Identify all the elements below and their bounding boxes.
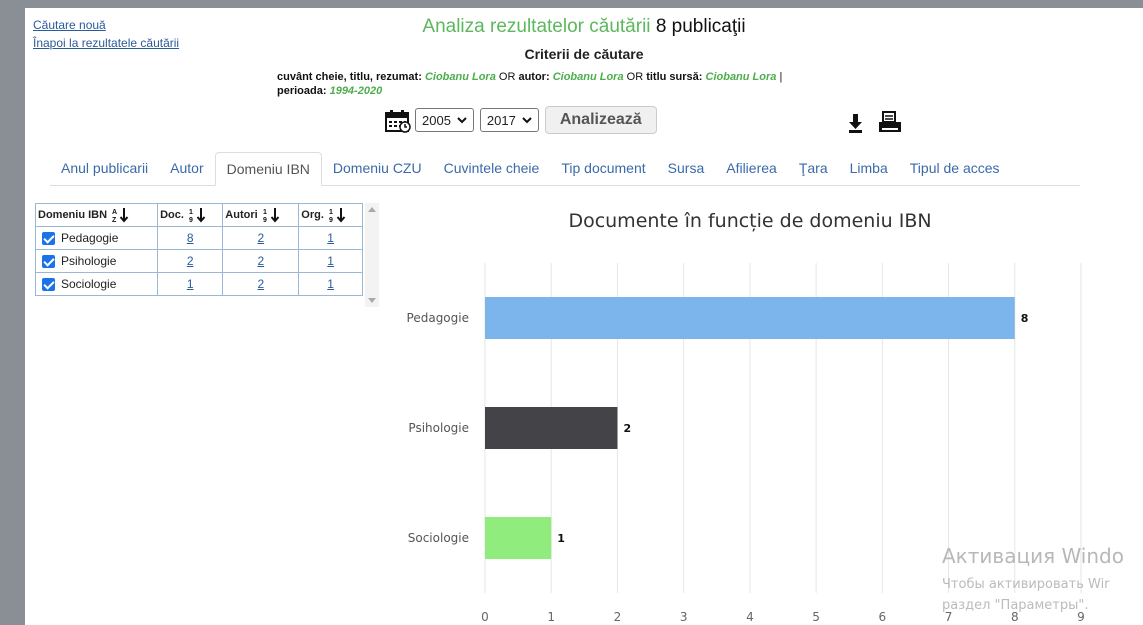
bar-value-label: 1 — [557, 532, 565, 545]
svg-text:Z: Z — [112, 217, 117, 223]
y-category-label: Sociologie — [408, 531, 469, 545]
year-from-select[interactable]: 2005 — [415, 108, 474, 132]
tab-cuvintele-cheie[interactable]: Cuvintele cheie — [433, 152, 551, 185]
x-tick-label: 4 — [746, 610, 754, 624]
bar — [485, 297, 1015, 339]
doc-count-link[interactable]: 2 — [187, 254, 194, 268]
svg-text:1: 1 — [189, 209, 193, 216]
authors-count-link[interactable]: 2 — [257, 231, 264, 245]
calendar-icon[interactable] — [385, 109, 411, 133]
row-checkbox[interactable] — [42, 278, 55, 292]
chart-title: Documente în funcție de domeniu IBN — [568, 210, 932, 232]
table-row: Pedagogie 8 2 1 — [34, 226, 363, 250]
period-controls: 2005 2017 Analizează — [385, 105, 657, 135]
org-count-link[interactable]: 1 — [327, 254, 334, 268]
sort-19-icon[interactable]: 1 9 — [189, 207, 207, 223]
column-header-doc[interactable]: Doc. 1 9 — [157, 203, 224, 227]
svg-text:A: A — [112, 209, 117, 216]
authors-count-link[interactable]: 2 — [257, 254, 264, 268]
main-panel: Căutare nouă Înapoi la rezultatele căută… — [25, 8, 1143, 625]
row-checkbox[interactable] — [42, 255, 55, 269]
x-tick-label: 0 — [481, 610, 489, 624]
x-tick-label: 2 — [614, 610, 622, 624]
svg-text:1: 1 — [329, 209, 333, 216]
page-title: Analiza rezultatelor căutării 8 publicaţ… — [422, 16, 746, 37]
x-tick-label: 5 — [812, 610, 820, 624]
tab-tip-document[interactable]: Tip document — [550, 152, 656, 185]
x-tick-label: 1 — [547, 610, 555, 624]
search-criteria: cuvânt cheie, titlu, rezumat: Ciobanu Lo… — [277, 71, 783, 97]
svg-text:9: 9 — [329, 217, 333, 223]
tab-sursa[interactable]: Sursa — [657, 152, 716, 185]
svg-text:1: 1 — [263, 209, 267, 216]
bar-value-label: 2 — [623, 422, 631, 435]
download-icon[interactable] — [845, 112, 867, 134]
print-icon[interactable] — [877, 110, 903, 136]
bar — [485, 517, 552, 559]
tab-tipul-de-acces[interactable]: Tipul de acces — [899, 152, 1011, 185]
tab-anul-publicarii[interactable]: Anul publicarii — [50, 152, 159, 185]
domain-table-container: Domeniu IBN A Z Doc. 1 9 Autori 1 9 Org.… — [34, 203, 379, 307]
y-category-label: Pedagogie — [407, 311, 469, 325]
column-header-domeniu[interactable]: Domeniu IBN A Z — [34, 203, 159, 227]
analyze-button[interactable]: Analizează — [544, 106, 657, 134]
sort-19-icon[interactable]: 1 9 — [329, 207, 347, 223]
tab-tara[interactable]: Ţara — [788, 152, 839, 185]
doc-count-link[interactable]: 1 — [187, 277, 194, 291]
analysis-tabs: Anul publicarii Autor Domeniu IBN Domeni… — [50, 152, 1080, 186]
sort-az-icon[interactable]: A Z — [112, 207, 130, 223]
tab-limba[interactable]: Limba — [839, 152, 899, 185]
scroll-up-icon[interactable] — [368, 207, 376, 212]
table-row: Sociologie 1 2 1 — [34, 272, 363, 296]
activation-watermark-title: Активация Windo — [942, 544, 1124, 568]
column-header-autori[interactable]: Autori 1 9 — [222, 203, 300, 227]
domain-table: Domeniu IBN A Z Doc. 1 9 Autori 1 9 Org.… — [34, 203, 363, 296]
org-count-link[interactable]: 1 — [327, 277, 334, 291]
column-header-org[interactable]: Org. 1 9 — [298, 203, 363, 227]
table-row: Psihologie 2 2 1 — [34, 249, 363, 273]
chevron-down-icon — [522, 117, 532, 124]
svg-text:9: 9 — [189, 217, 193, 223]
criteria-heading: Criterii de căutare — [524, 46, 644, 62]
x-tick-label: 6 — [879, 610, 887, 624]
tab-afilierea[interactable]: Afilierea — [715, 152, 788, 185]
y-category-label: Psihologie — [408, 421, 469, 435]
year-to-select[interactable]: 2017 — [479, 108, 539, 132]
chevron-down-icon — [457, 117, 467, 124]
authors-count-link[interactable]: 2 — [257, 277, 264, 291]
org-count-link[interactable]: 1 — [327, 231, 334, 245]
row-checkbox[interactable] — [42, 232, 55, 246]
bar-chart: 0 1 2 3 4 5 6 7 8 9Pedagogie 8Psihologie 2Sociologi… — [407, 263, 1085, 624]
activation-watermark-text: Чтобы активировать Wir раздел "Параметры… — [942, 577, 1110, 613]
svg-text:9: 9 — [263, 217, 267, 223]
tab-domeniu-ibn[interactable]: Domeniu IBN — [214, 152, 322, 186]
sort-19-icon[interactable]: 1 9 — [263, 207, 281, 223]
bar — [485, 407, 618, 449]
tab-autor[interactable]: Autor — [159, 152, 214, 185]
doc-count-link[interactable]: 8 — [187, 231, 194, 245]
x-tick-label: 3 — [680, 610, 688, 624]
tab-domeniu-czu[interactable]: Domeniu CZU — [322, 152, 433, 185]
bar-value-label: 8 — [1021, 312, 1029, 325]
